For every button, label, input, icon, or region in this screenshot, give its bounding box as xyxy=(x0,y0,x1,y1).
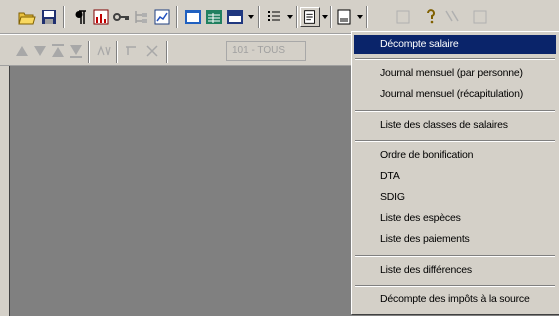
report-chart-icon[interactable] xyxy=(152,7,172,27)
menu-item-impots-source[interactable]: Décompte des impôts à la source xyxy=(354,290,556,309)
filter-icon[interactable] xyxy=(122,41,142,61)
document-icon[interactable] xyxy=(334,7,354,27)
arrow-last-icon[interactable] xyxy=(66,41,86,61)
close-icon[interactable] xyxy=(142,41,162,61)
sort-icon[interactable] xyxy=(94,41,114,61)
open-folder-icon[interactable] xyxy=(17,7,37,27)
window-icon[interactable] xyxy=(183,7,203,27)
menu-item-decompte-salaire[interactable]: Décompte salaire xyxy=(354,35,556,54)
tree-icon[interactable] xyxy=(131,7,151,27)
menu-item-liste-differences[interactable]: Liste des différences xyxy=(354,261,556,280)
menu-separator xyxy=(355,110,555,112)
menu-item-classes-salaires[interactable]: Liste des classes de salaires xyxy=(354,116,556,135)
left-panel-edge xyxy=(0,66,10,316)
reports-dropdown-menu: Décompte salaire Journal mensuel (par pe… xyxy=(351,31,559,314)
save-icon[interactable] xyxy=(39,7,59,27)
refresh-icon[interactable] xyxy=(393,7,413,27)
toolbar-separator xyxy=(258,6,260,28)
menu-item-journal-par-personne[interactable]: Journal mensuel (par personne) xyxy=(354,64,556,83)
chevron-down-icon[interactable] xyxy=(248,15,254,19)
arrow-down-icon[interactable] xyxy=(30,41,50,61)
list-icon[interactable] xyxy=(264,7,284,27)
toolbar-separator xyxy=(166,41,168,63)
print-report-icon[interactable] xyxy=(300,7,320,27)
chevron-down-icon[interactable] xyxy=(322,15,328,19)
whats-this-icon[interactable] xyxy=(442,7,462,27)
arrow-first-icon[interactable] xyxy=(48,41,68,61)
chevron-down-icon[interactable] xyxy=(287,15,293,19)
menu-item-liste-especes[interactable]: Liste des espèces xyxy=(354,209,556,228)
toolbar-separator xyxy=(116,41,118,63)
main-toolbar xyxy=(0,0,559,34)
toolbar-separator xyxy=(63,6,65,28)
table-icon[interactable] xyxy=(204,7,224,27)
menu-item-journal-recapitulation[interactable]: Journal mensuel (récapitulation) xyxy=(354,85,556,104)
form-icon[interactable] xyxy=(225,7,245,27)
app-window: 101 - TOUS Décompte salaire Journal mens… xyxy=(0,0,559,316)
menu-item-sdig[interactable]: SDIG xyxy=(354,188,556,207)
help-icon[interactable] xyxy=(421,7,441,27)
menu-separator xyxy=(355,140,555,142)
paragraph-icon[interactable] xyxy=(70,7,90,27)
menu-item-ordre-bonification[interactable]: Ordre de bonification xyxy=(354,146,556,165)
toolbar-separator xyxy=(296,6,298,28)
exit-icon[interactable] xyxy=(470,7,490,27)
chart-icon[interactable] xyxy=(91,7,111,27)
menu-item-liste-paiements[interactable]: Liste des paiements xyxy=(354,230,556,249)
arrow-up-icon[interactable] xyxy=(12,41,32,61)
menu-separator xyxy=(355,285,555,287)
toolbar-separator xyxy=(366,6,368,28)
key-icon[interactable] xyxy=(111,7,131,27)
chevron-down-icon[interactable] xyxy=(357,15,363,19)
toolbar-separator xyxy=(88,41,90,63)
company-selector[interactable]: 101 - TOUS xyxy=(226,41,306,61)
toolbar-separator xyxy=(176,6,178,28)
menu-separator xyxy=(355,255,555,257)
menu-separator xyxy=(355,58,555,60)
menu-item-dta[interactable]: DTA xyxy=(354,167,556,186)
toolbar-separator xyxy=(330,6,332,28)
